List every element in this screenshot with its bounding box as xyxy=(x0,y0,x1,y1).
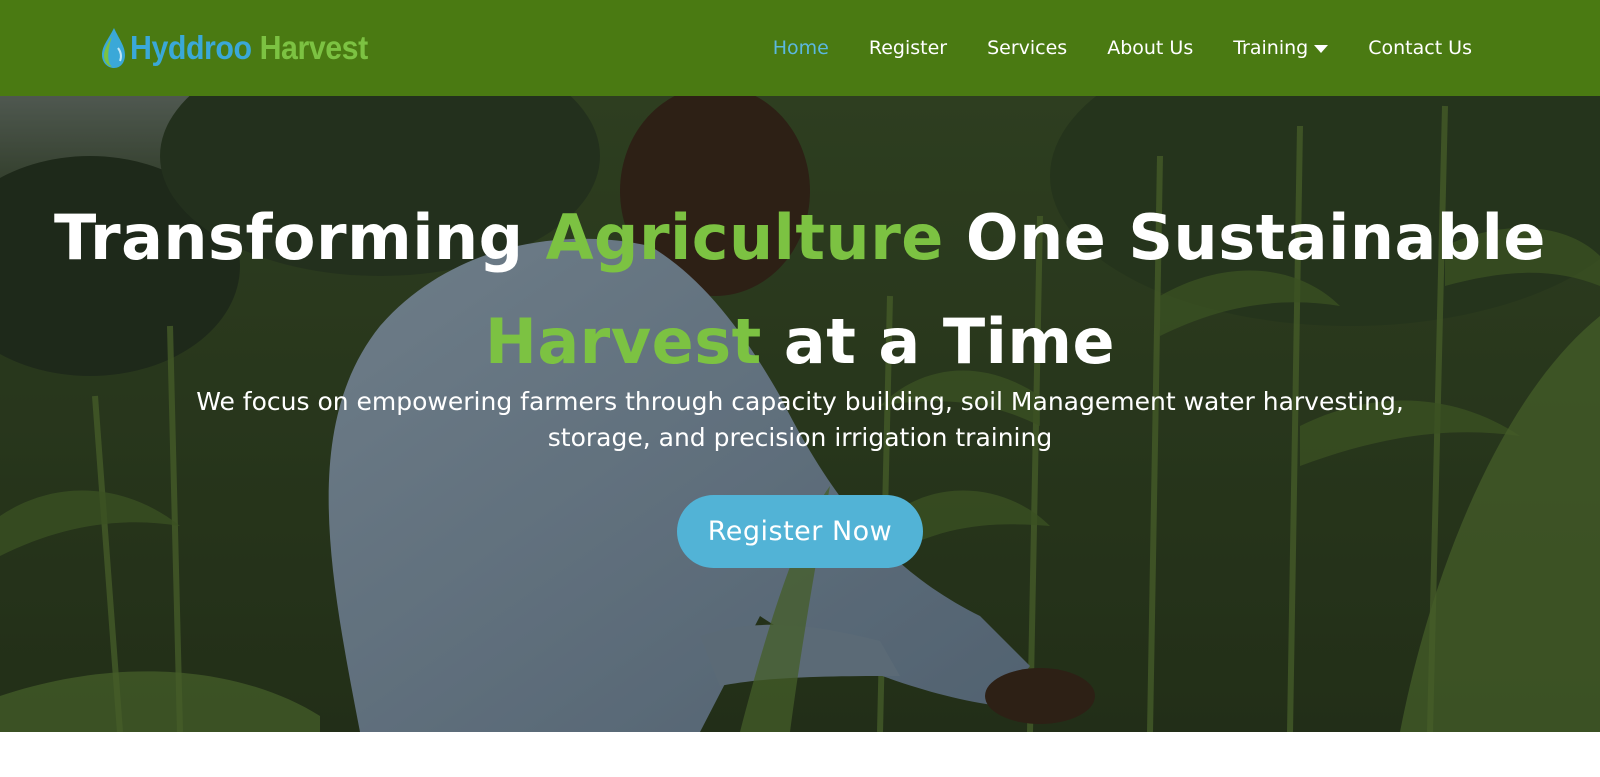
hero-title-word-5: at a Time xyxy=(783,305,1116,378)
main-nav: Home Register Services About Us Training… xyxy=(773,0,1472,96)
register-now-button[interactable]: Register Now xyxy=(677,495,923,568)
hero-title-word-3: One Sustainable xyxy=(965,201,1546,274)
nav-home[interactable]: Home xyxy=(773,37,829,59)
nav-register[interactable]: Register xyxy=(869,37,947,59)
nav-contact-us[interactable]: Contact Us xyxy=(1368,37,1472,59)
nav-training-dropdown[interactable]: Training xyxy=(1233,37,1329,59)
hero-title-word-1: Transforming xyxy=(54,201,524,274)
nav-services[interactable]: Services xyxy=(987,37,1067,59)
brand-name-part2: Harvest xyxy=(259,29,369,66)
nav-about-us[interactable]: About Us xyxy=(1107,37,1193,59)
hero-title-highlight-1: Agriculture xyxy=(545,201,944,274)
water-drop-icon xyxy=(102,28,125,68)
nav-training-label: Training xyxy=(1233,37,1309,59)
hero-subtitle: We focus on empowering farmers through c… xyxy=(196,387,1404,452)
hero-title-highlight-2: Harvest xyxy=(484,305,762,378)
top-navbar: Hyddroo Harvest Home Register Services A… xyxy=(0,0,1600,96)
brand-name-part1: Hyddroo xyxy=(130,29,252,66)
brand-logo[interactable]: Hyddroo Harvest xyxy=(98,24,388,72)
brand-name: Hyddroo Harvest xyxy=(130,29,368,67)
hero-title: Transforming Agriculture One Sustainable… xyxy=(0,186,1600,394)
caret-down-icon xyxy=(1314,45,1329,53)
hero-section: Transforming Agriculture One Sustainable… xyxy=(0,96,1600,732)
